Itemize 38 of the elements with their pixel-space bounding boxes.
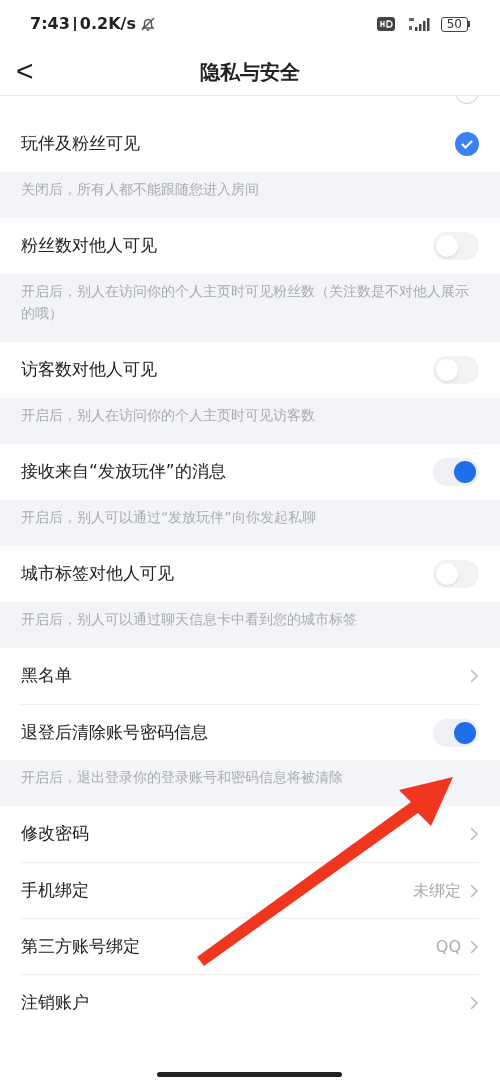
hint-text: 开启后，退出登录你的登录账号和密码信息将被清除 bbox=[21, 768, 344, 787]
chevron-right-icon bbox=[469, 826, 479, 842]
setting-label: 接收来自“发放玩伴”的消息 bbox=[21, 460, 226, 484]
status-time: 7:43 bbox=[30, 13, 70, 35]
toggle-switch[interactable] bbox=[433, 560, 479, 588]
hd-icon bbox=[376, 17, 395, 31]
setting-label: 玩伴及粉丝可见 bbox=[21, 132, 140, 156]
signal-icon bbox=[406, 16, 433, 32]
setting-value: 未绑定 bbox=[413, 879, 461, 902]
setting-value: QQ bbox=[435, 935, 461, 958]
setting-label: 黑名单 bbox=[21, 664, 72, 688]
radio-button[interactable] bbox=[455, 132, 479, 156]
hint-text: 开启后，别人可以通过聊天信息卡中看到您的城市标签 bbox=[21, 610, 358, 629]
battery-level: 50 bbox=[440, 16, 468, 32]
network-speed: 0.2K/s bbox=[79, 13, 136, 35]
chevron-right-icon bbox=[469, 938, 479, 955]
chevron-right-icon bbox=[469, 994, 479, 1011]
hint-text: 开启后，别人在访问你的个人主页时可见粉丝数（关注数是不对他人展示的哦） bbox=[21, 282, 470, 323]
toggle-switch[interactable] bbox=[433, 718, 479, 747]
back-button[interactable]: < bbox=[16, 56, 34, 86]
check-icon bbox=[460, 137, 474, 151]
toggle-switch[interactable] bbox=[433, 356, 479, 384]
setting-label: 访客数对他人可见 bbox=[21, 358, 157, 382]
setting-label: 注销账户 bbox=[21, 990, 89, 1014]
setting-label: 粉丝数对他人可见 bbox=[21, 234, 157, 258]
toggle-switch[interactable] bbox=[433, 458, 479, 486]
setting-label: 第三方账号绑定 bbox=[21, 934, 140, 958]
chevron-right-icon bbox=[469, 668, 479, 684]
hint-text: 开启后，别人在访问你的个人主页时可见访客数 bbox=[21, 406, 316, 425]
chevron-right-icon bbox=[469, 882, 479, 899]
page-title: 隐私与安全 bbox=[200, 58, 300, 86]
setting-label: 城市标签对他人可见 bbox=[21, 562, 174, 586]
setting-label: 修改密码 bbox=[21, 822, 89, 846]
toggle-switch[interactable] bbox=[433, 232, 479, 260]
setting-label: 手机绑定 bbox=[21, 878, 89, 902]
setting-label: 退登后清除账号密码信息 bbox=[21, 720, 208, 744]
hint-text: 关闭后，所有人都不能跟随您进入房间 bbox=[21, 180, 260, 199]
hint-text: 开启后，别人可以通过“发放玩伴”向你发起私聊 bbox=[21, 508, 317, 527]
